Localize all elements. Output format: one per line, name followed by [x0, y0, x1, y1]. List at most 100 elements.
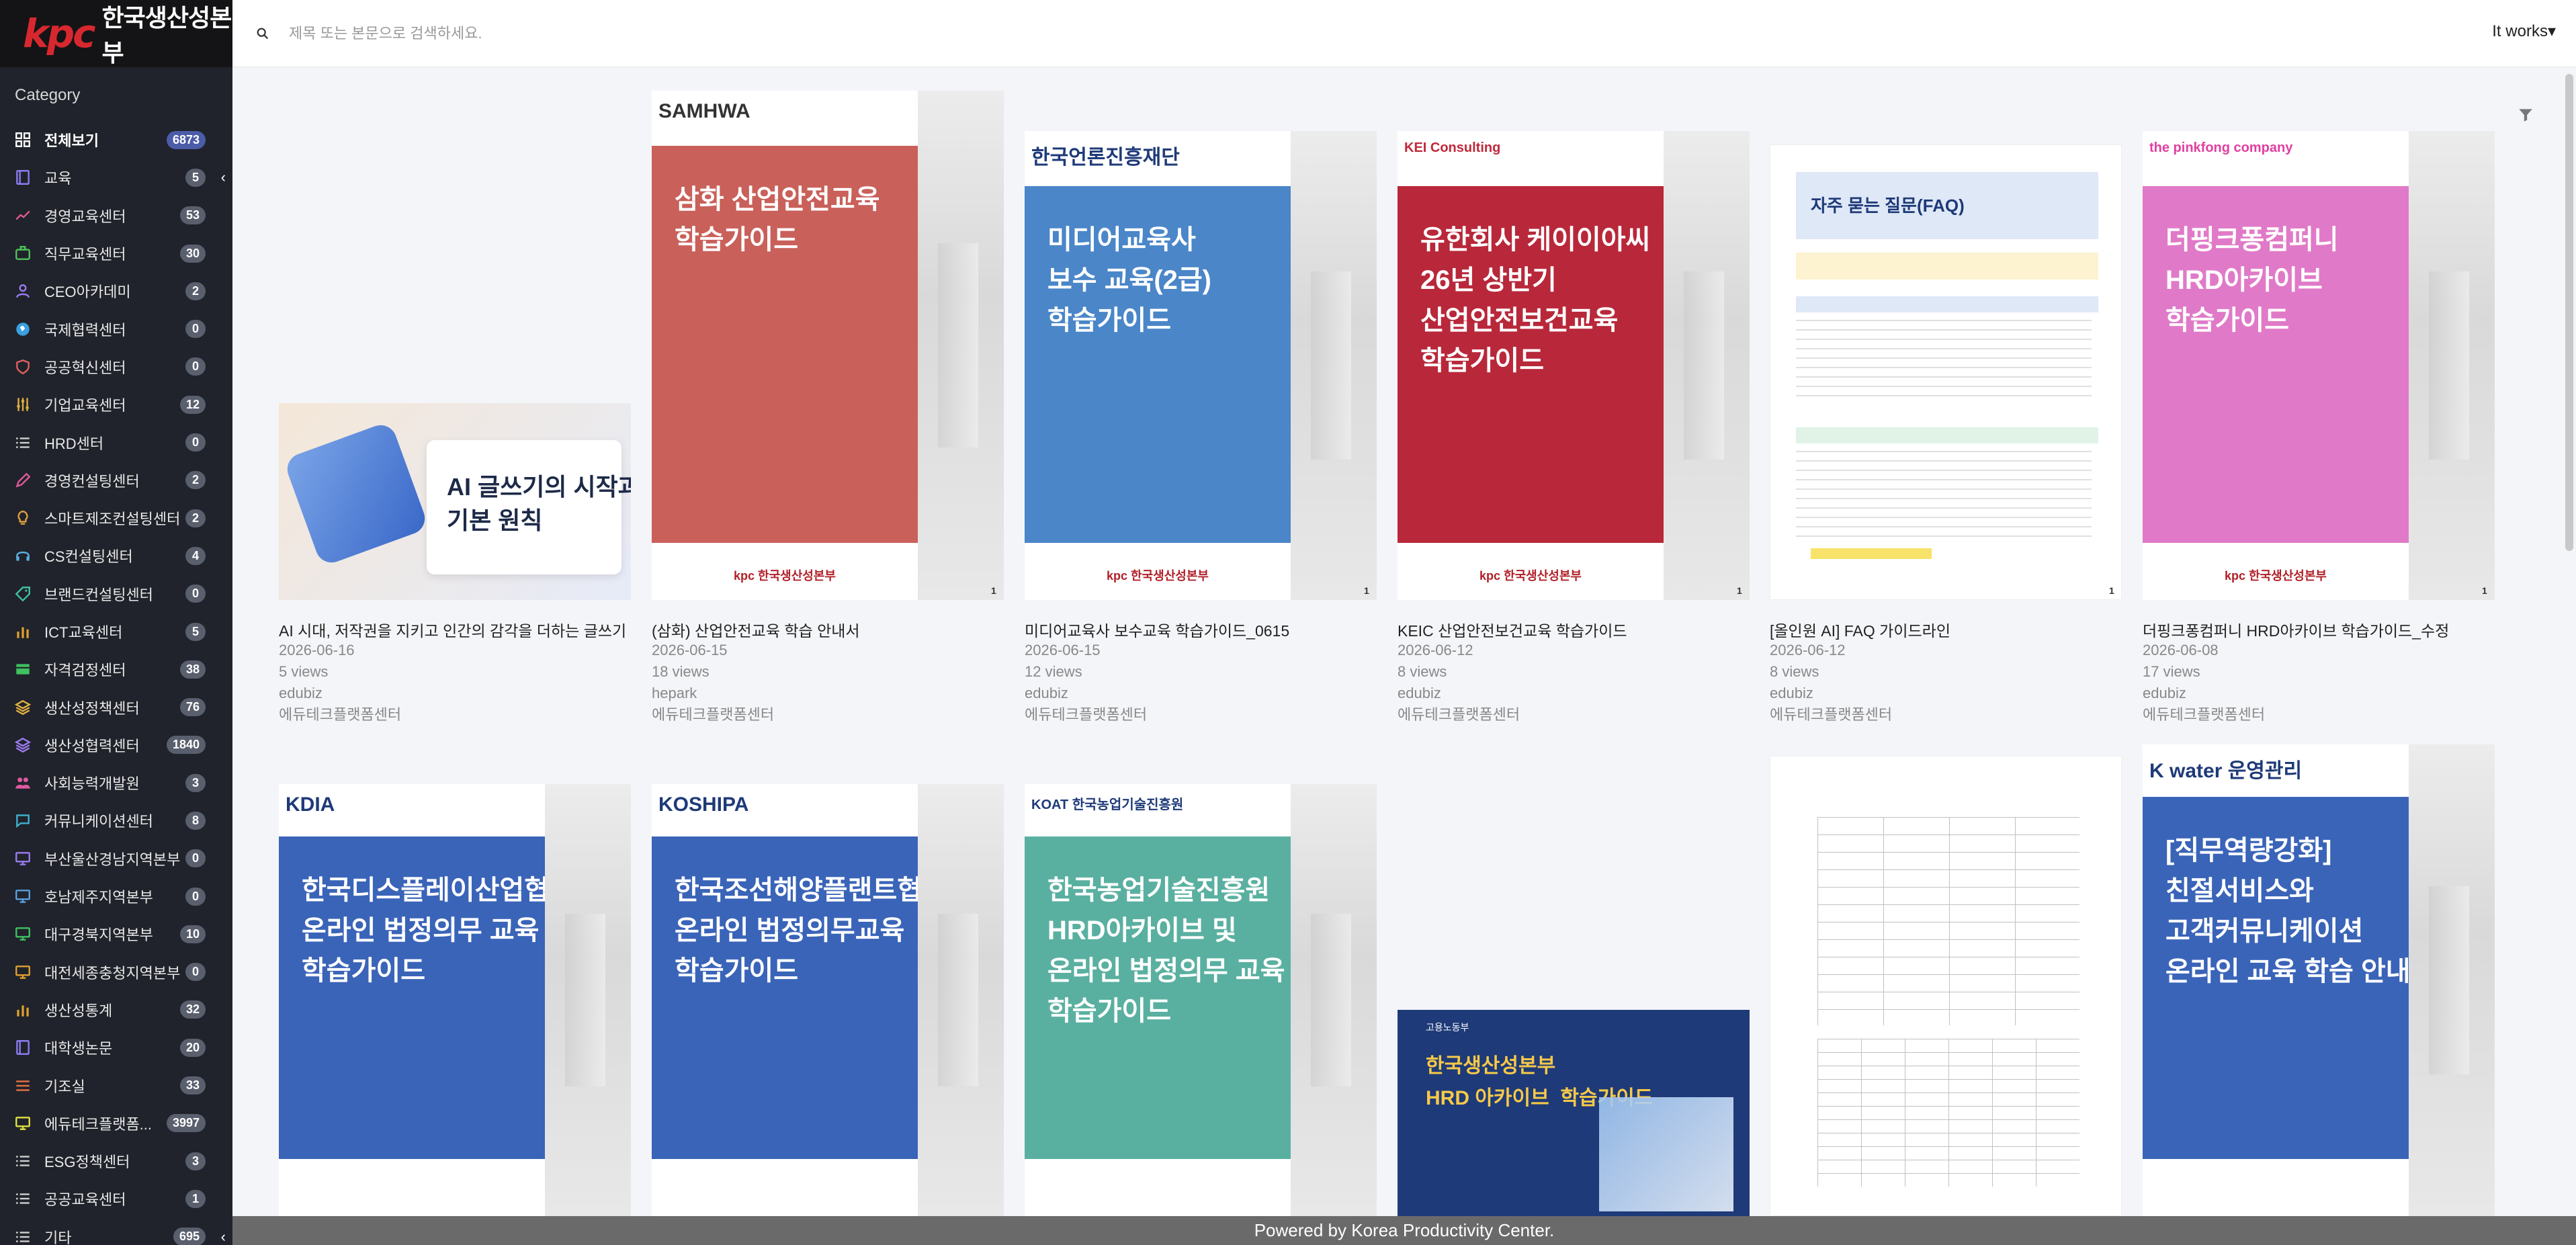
sidebar-item[interactable]: CEO아카데미 2	[0, 272, 232, 310]
count-badge: 3	[185, 1152, 206, 1170]
document-thumbnail[interactable]: KOAT 한국농업기술진흥원 한국농업기술진흥원 HRD아카이브 및 온라인 법…	[1025, 784, 1377, 1216]
cover-footer: kpc 한국생산성본부	[2225, 569, 2327, 583]
kpc-logo-mark: kpc	[23, 11, 95, 56]
sidebar-item[interactable]: 경영교육센터 53	[0, 197, 232, 234]
card-icon	[13, 660, 32, 679]
filter-icon[interactable]	[2517, 106, 2534, 124]
sidebar-item-label: 에듀테크플랫폼...	[44, 1115, 153, 1133]
sidebar-item[interactable]: 스마트제조컨설팅센터 2	[0, 499, 232, 537]
document-thumbnail[interactable]: SAMHWA 삼화 산업안전교육 학습가이드 kpc 한국생산성본부	[652, 91, 1004, 600]
cover-footer: kpc 한국생산성본부	[1479, 569, 1582, 583]
cover-logo: the pinkfong company	[2149, 140, 2293, 155]
cover-logo: KEI Consulting	[1404, 140, 1501, 155]
sidebar-item[interactable]: ESG정책센터 3	[0, 1142, 232, 1180]
sidebar-item[interactable]: 기조실 33	[0, 1066, 232, 1104]
sidebar-item[interactable]: 기업교육센터 12	[0, 386, 232, 423]
briefcase-icon	[13, 244, 32, 263]
sidebar-item[interactable]: 교육 5 ‹	[0, 159, 232, 196]
sidebar-item[interactable]: 부산울산경남지역본부 0	[0, 840, 232, 877]
sidebar-item-label: 호남제주지역본부	[44, 889, 153, 906]
chart-line-icon	[13, 206, 32, 225]
sidebar-item[interactable]: 생산성통계 32	[0, 991, 232, 1029]
card-title[interactable]: (삼화) 산업안전교육 학습 안내서	[652, 618, 1004, 640]
menu-icon	[13, 1076, 32, 1095]
bar-chart-icon	[13, 1000, 32, 1019]
sidebar-item[interactable]: 에듀테크플랫폼... 3997	[0, 1105, 232, 1142]
card-meta: [올인원 AI] FAQ 가이드라인 2026-06-12 8 views ed…	[1770, 618, 2122, 726]
sidebar-item[interactable]: 자격검정센터 38	[0, 650, 232, 688]
document-thumbnail[interactable]: KDIA 한국디스플레이산업협회 온라인 법정의무 교육 학습가이드	[279, 784, 631, 1216]
document-thumbnail[interactable]	[1770, 756, 2122, 1216]
user-menu[interactable]: It works▾	[2492, 22, 2556, 41]
document-thumbnail[interactable]: KOSHIPA 한국조선해양플랜트협회 온라인 법정의무교육 학습가이드	[652, 784, 1004, 1216]
document-thumbnail[interactable]: 자주 묻는 질문(FAQ)	[1770, 144, 2122, 600]
sidebar-item[interactable]: 대전세종충청지역본부 0	[0, 953, 232, 991]
sidebar-item-label: 직무교육센터	[44, 246, 126, 263]
sidebar-item[interactable]: 사회능력개발원 3	[0, 764, 232, 802]
sidebar-item[interactable]: 호남제주지역본부 0	[0, 877, 232, 915]
document-thumbnail[interactable]: K water 운영관리 [직무역량강화] 친절서비스와 고객커뮤니케이션 온라…	[2143, 744, 2495, 1216]
sidebar-item-label: ESG정책센터	[44, 1154, 130, 1171]
monitor-icon	[13, 925, 32, 943]
card-author: edubiz	[2143, 685, 2186, 701]
cover-footer: kpc 한국생산성본부	[1107, 569, 1209, 583]
brand-logo[interactable]: kpc 한국생산성본부	[0, 0, 232, 67]
sidebar-item[interactable]: ICT교육센터 5	[0, 613, 232, 650]
sidebar-item[interactable]: 생산성협력센터 1840	[0, 726, 232, 764]
card-title[interactable]: [올인원 AI] FAQ 가이드라인	[1770, 618, 2122, 640]
sidebar-item[interactable]: 브랜드컨설팅센터 0	[0, 575, 232, 613]
cover-side-image	[545, 784, 631, 1216]
user-icon	[13, 282, 32, 300]
chevron-left-icon[interactable]: ‹	[221, 169, 226, 186]
sidebar-item[interactable]: 기타 695 ‹	[0, 1218, 232, 1245]
sidebar-item[interactable]: 생산성정책센터 76	[0, 688, 232, 726]
user-label: It works	[2492, 22, 2548, 40]
sidebar-item[interactable]: 경영컨설팅센터 2	[0, 462, 232, 499]
sidebar-item[interactable]: 커뮤니케이션센터 8	[0, 802, 232, 839]
sidebar-item-label: 공공혁신센터	[44, 359, 126, 376]
sidebar-item-label: 대전세종충청지역본부	[44, 964, 181, 982]
sidebar-item[interactable]: 공공교육센터 1	[0, 1180, 232, 1217]
card-author: edubiz	[1770, 685, 1813, 701]
footer: Powered by Korea Productivity Center.	[232, 1216, 2576, 1245]
chevron-left-icon[interactable]: ‹	[221, 1228, 226, 1245]
chat-icon	[13, 811, 32, 830]
bulb-icon	[13, 509, 32, 527]
card-date: 2026-06-15	[652, 642, 728, 658]
hand-illustration	[283, 421, 429, 567]
card-author: edubiz	[279, 685, 323, 701]
sidebar-item-label: 기업교육센터	[44, 397, 126, 415]
document-thumbnail[interactable]: the pinkfong company 더핑크퐁컴퍼니 HRD아카이브 학습가…	[2143, 131, 2495, 600]
sidebar-item[interactable]: 대학생논문 20	[0, 1029, 232, 1066]
search-icon[interactable]	[255, 26, 270, 41]
card-title[interactable]: 미디어교육사 보수교육 학습가이드_0615	[1025, 618, 1377, 640]
document-thumbnail[interactable]: 한국언론진흥재단 미디어교육사 보수 교육(2급) 학습가이드 kpc 한국생산…	[1025, 131, 1377, 600]
sidebar-item[interactable]: 전체보기 6873	[0, 121, 232, 159]
sidebar-item[interactable]: 직무교육센터 30	[0, 234, 232, 272]
sidebar-item[interactable]: CS컨설팅센터 4	[0, 537, 232, 574]
sidebar-item[interactable]: 대구경북지역본부 10	[0, 915, 232, 953]
globe-icon	[13, 320, 32, 339]
document-thumbnail[interactable]: KEI Consulting 유한회사 케이이아씨 26년 상반기 산업안전보건…	[1398, 131, 1750, 600]
sidebar-item[interactable]: 국제협력센터 0	[0, 310, 232, 347]
sidebar-item-label: 기조실	[44, 1078, 85, 1095]
count-badge: 0	[185, 849, 206, 868]
cover-logo: KOAT 한국농업기술진흥원	[1031, 798, 1184, 812]
count-badge: 5	[185, 622, 206, 641]
count-badge: 38	[179, 660, 206, 679]
search-input[interactable]	[289, 24, 1364, 42]
count-badge: 20	[179, 1038, 206, 1057]
card-meta: 미디어교육사 보수교육 학습가이드_0615 2026-06-15 12 vie…	[1025, 618, 1377, 726]
document-thumbnail[interactable]: 고용노동부 한국생산성본부 HRD 아카이브 학습가이드	[1398, 1010, 1750, 1216]
card-views: 8 views	[1398, 663, 1447, 680]
sidebar-item[interactable]: HRD센터 0	[0, 423, 232, 461]
card-title[interactable]: KEIC 산업안전보건교육 학습가이드	[1398, 618, 1750, 640]
headset-icon	[13, 546, 32, 565]
scrollbar[interactable]	[2565, 74, 2573, 551]
cover-side-image	[2409, 744, 2495, 1216]
card-title[interactable]: AI 시대, 저작권을 지키고 인간의 감각을 더하는 글쓰기	[279, 618, 631, 640]
card-title[interactable]: 더핑크퐁컴퍼니 HRD아카이브 학습가이드_수정	[2143, 618, 2495, 640]
document-thumbnail[interactable]: AI 글쓰기의 시작과 기본 원칙	[279, 403, 631, 600]
sidebar-item-label: 공공교육센터	[44, 1191, 126, 1209]
sidebar-item[interactable]: 공공혁신센터 0	[0, 348, 232, 386]
